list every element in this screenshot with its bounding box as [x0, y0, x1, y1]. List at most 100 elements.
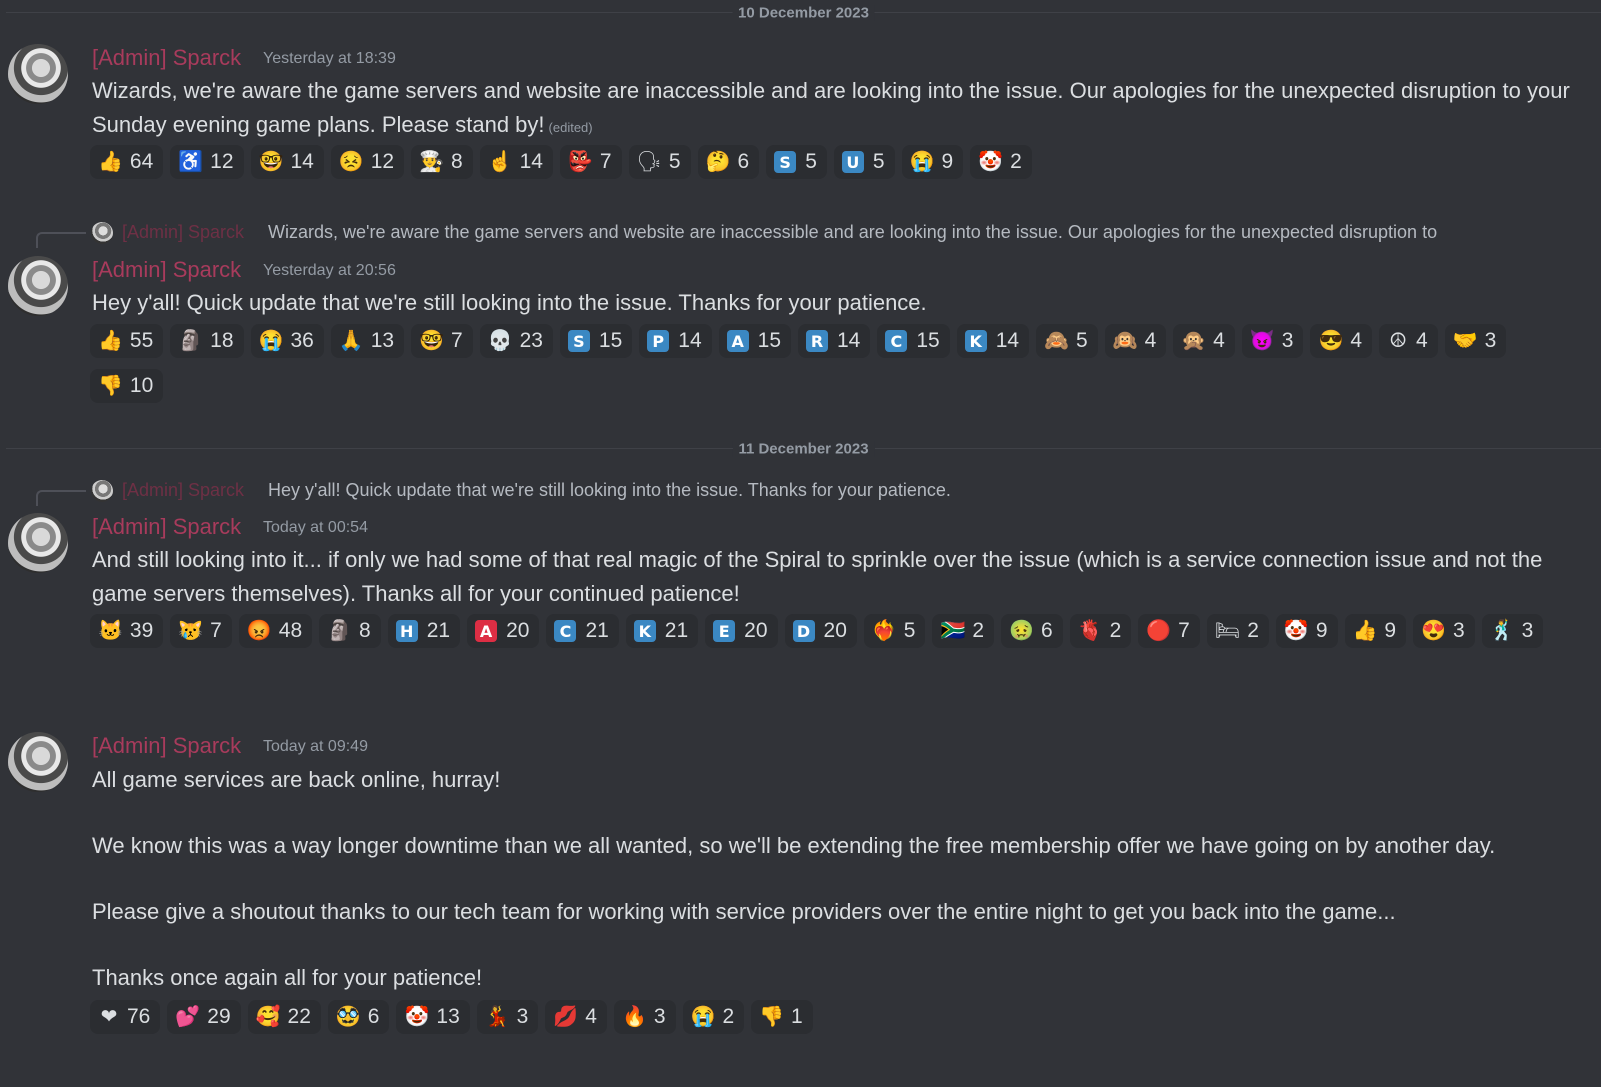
- fire-icon: 🔥: [621, 1006, 647, 1028]
- reaction-thinking-face[interactable]: 🤔 6: [697, 145, 760, 179]
- cat-face-icon: 😿: [178, 620, 204, 642]
- reaction-count: 2: [722, 1005, 735, 1028]
- reaction-count: 14: [519, 150, 543, 173]
- reaction-south-africa-flag[interactable]: 🇿🇦 2: [932, 614, 995, 648]
- reaction-heart-on-fire[interactable]: ❤‍🔥 5: [863, 614, 926, 648]
- reaction-nerd-face[interactable]: 🤓 14: [250, 145, 324, 179]
- timestamp: Yesterday at 20:56: [263, 262, 396, 279]
- author-name[interactable]: [Admin] Sparck: [92, 45, 241, 71]
- message-paragraph: We know this was a way longer downtime t…: [92, 833, 1496, 858]
- reaction-regional-d[interactable]: D 20: [784, 614, 857, 648]
- angry-face-icon: 😡: [246, 620, 272, 642]
- avatar[interactable]: [8, 44, 68, 104]
- reaction-sunglasses-face[interactable]: 😎 4: [1310, 324, 1373, 358]
- reaction-anatomical-heart[interactable]: 🫀 2: [1069, 614, 1132, 648]
- reaction-folded-hands[interactable]: 🙏 13: [330, 324, 405, 358]
- reaction-count: 13: [436, 1005, 460, 1028]
- reaction-peace-symbol[interactable]: ☮ 4: [1379, 324, 1438, 358]
- reaction-count: 76: [127, 1005, 151, 1028]
- reaction-count: 6: [367, 1005, 380, 1028]
- reaction-regional-p[interactable]: P 14: [639, 324, 712, 358]
- reaction-dancer[interactable]: 🕺 3: [1481, 614, 1544, 648]
- reaction-nerd-face[interactable]: 🤓 7: [411, 324, 473, 358]
- reaction-count: 21: [664, 619, 689, 642]
- avatar[interactable]: [8, 256, 68, 316]
- reaction-regional-a-red[interactable]: A 20: [467, 614, 540, 648]
- reaction-thumbs-up[interactable]: 👍 64: [90, 145, 164, 179]
- reaction-count: 64: [129, 150, 154, 173]
- reaction-thumbs-down[interactable]: 👎 1: [751, 1000, 813, 1034]
- reply-author[interactable]: [Admin] Sparck: [122, 480, 244, 501]
- reaction-regional-e[interactable]: E 20: [705, 614, 778, 648]
- reaction-regional-k[interactable]: K 14: [956, 324, 1030, 358]
- regional-h-icon: H: [395, 620, 418, 642]
- reaction-regional-k[interactable]: K 21: [625, 614, 699, 648]
- reaction-hear-no-evil[interactable]: 🙉 4: [1104, 324, 1167, 358]
- reaction-regional-r[interactable]: R 14: [798, 324, 871, 358]
- reaction-clown-face[interactable]: 🤡 2: [970, 145, 1032, 179]
- author-name[interactable]: [Admin] Sparck: [92, 257, 241, 283]
- avatar[interactable]: [8, 513, 68, 573]
- reaction-moai[interactable]: 🗿 8: [319, 614, 381, 648]
- reaction-clown-face[interactable]: 🤡 13: [396, 1000, 470, 1034]
- reply-preview[interactable]: Hey y'all! Quick update that we're still…: [268, 480, 1601, 501]
- reaction-count: 15: [916, 329, 940, 352]
- reaction-thumbs-up[interactable]: 👍 9: [1344, 614, 1407, 648]
- reaction-loudly-crying-face[interactable]: 😭 9: [901, 145, 964, 179]
- reaction-count: 14: [290, 150, 314, 173]
- reaction-regional-u[interactable]: U5: [833, 145, 895, 179]
- reaction-kiss-lips[interactable]: 💋 4: [545, 1000, 607, 1034]
- reaction-disguised-face[interactable]: 🥸 6: [327, 1000, 390, 1034]
- reaction-thumbs-up[interactable]: 👍 55: [90, 324, 164, 358]
- reaction-speaking-head[interactable]: 🗣 5: [628, 145, 691, 179]
- reaction-regional-c[interactable]: C 21: [546, 614, 619, 648]
- reply-author[interactable]: [Admin] Sparck: [122, 222, 244, 243]
- reaction-speak-no-evil[interactable]: 🙊 4: [1173, 324, 1235, 358]
- folded-hands-icon: 🙏: [338, 330, 364, 352]
- reaction-bed[interactable]: 🛏 2: [1206, 614, 1269, 648]
- reaction-count: 9: [1315, 619, 1328, 642]
- reaction-red-heart[interactable]: ❤ 76: [90, 1000, 161, 1034]
- author-name[interactable]: [Admin] Sparck: [92, 733, 241, 759]
- reaction-count: 3: [1453, 619, 1465, 642]
- reaction-red-ball[interactable]: 🔴 7: [1138, 614, 1200, 648]
- reaction-fire[interactable]: 🔥 3: [613, 1000, 676, 1034]
- reaction-goblin[interactable]: 👺 7: [559, 145, 622, 179]
- author-name[interactable]: [Admin] Sparck: [92, 514, 241, 540]
- reaction-pikachu[interactable]: 🐱 39: [90, 614, 164, 648]
- reaction-count: 4: [1416, 329, 1428, 352]
- reaction-count: 20: [506, 619, 530, 642]
- reaction-heart-eyes[interactable]: 😍 3: [1413, 614, 1475, 648]
- reaction-count: 8: [450, 150, 463, 173]
- reaction-cat-face[interactable]: 😿 7: [170, 614, 232, 648]
- reaction-nauseated-face[interactable]: 🤢 6: [1001, 614, 1063, 648]
- dancer-icon: 🕺: [1489, 620, 1515, 642]
- reaction-man-cook[interactable]: 👨‍🍳 8: [411, 145, 473, 179]
- reaction-smiling-hearts-face[interactable]: 🥰 22: [247, 1000, 321, 1034]
- reaction-handshake[interactable]: 🤝 3: [1444, 324, 1507, 358]
- timestamp: Today at 00:54: [263, 519, 368, 536]
- reaction-two-hearts[interactable]: 💕 29: [167, 1000, 241, 1034]
- reaction-moai[interactable]: 🗿 18: [170, 324, 244, 358]
- reaction-regional-h[interactable]: H 21: [387, 614, 461, 648]
- reply-preview[interactable]: Wizards, we're aware the game servers an…: [268, 222, 1601, 243]
- reaction-thumbs-down[interactable]: 👎 10: [90, 369, 164, 403]
- reaction-count: 12: [210, 150, 234, 173]
- reaction-angry-face[interactable]: 😡 48: [238, 614, 313, 648]
- reaction-clown-face[interactable]: 🤡 9: [1275, 614, 1338, 648]
- reaction-persevering-face[interactable]: 😣 12: [330, 145, 405, 179]
- reaction-finger-pointing-up[interactable]: ☝ 14: [479, 145, 553, 179]
- reaction-person-dancing[interactable]: 💃 3: [476, 1000, 539, 1034]
- reaction-smiling-devil[interactable]: 😈 3: [1241, 324, 1304, 358]
- avatar[interactable]: [8, 732, 68, 792]
- reaction-loudly-crying-face[interactable]: 😭 2: [682, 1000, 745, 1034]
- reaction-skull[interactable]: 💀 23: [479, 324, 553, 358]
- reaction-regional-c[interactable]: C 15: [877, 324, 950, 358]
- reaction-see-no-evil[interactable]: 🙈 5: [1036, 324, 1098, 358]
- regional-e-icon: E: [713, 620, 736, 642]
- reaction-loudly-crying-face[interactable]: 😭 36: [250, 324, 324, 358]
- reaction-wheelchair[interactable]: ♿ 12: [170, 145, 244, 179]
- reaction-regional-s[interactable]: S5: [766, 145, 827, 179]
- reaction-regional-a[interactable]: A 15: [718, 324, 791, 358]
- reaction-regional-s[interactable]: S 15: [559, 324, 633, 358]
